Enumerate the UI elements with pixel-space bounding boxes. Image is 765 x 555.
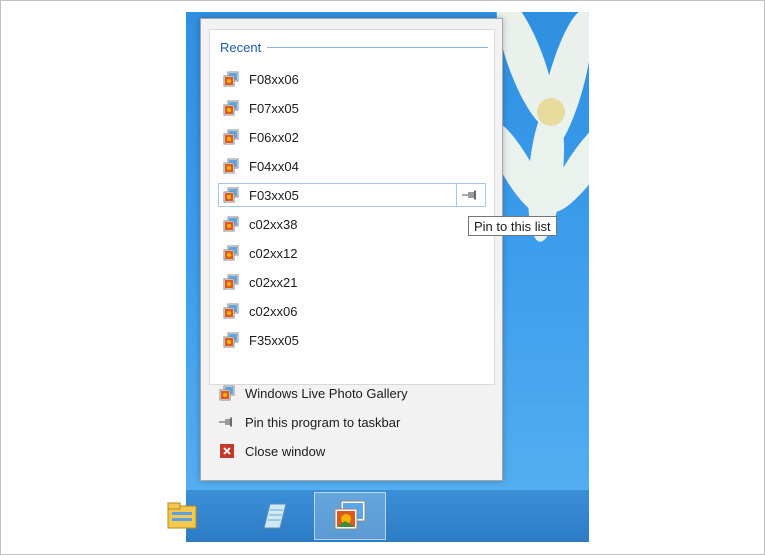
- photo-gallery-icon: [334, 500, 366, 530]
- recent-header-label: Recent: [220, 40, 262, 55]
- pin-tooltip: Pin to this list: [468, 216, 557, 236]
- photo-file-icon: [223, 332, 239, 348]
- recent-item[interactable]: c02xx38: [218, 212, 486, 236]
- file-explorer-icon: [167, 502, 197, 529]
- pin-icon: [462, 190, 476, 200]
- photo-file-icon: [223, 129, 239, 145]
- recent-item-hovered[interactable]: F03xx05: [218, 183, 486, 207]
- recent-item-label: c02xx06: [249, 303, 298, 319]
- recent-item[interactable]: F08xx06: [218, 67, 486, 91]
- recent-item[interactable]: F35xx05: [218, 328, 486, 352]
- taskbar: [167, 490, 589, 542]
- recent-item[interactable]: F04xx04: [218, 154, 486, 178]
- recent-item[interactable]: F07xx05: [218, 96, 486, 120]
- recent-item-label: F06xx02: [249, 129, 299, 145]
- recent-section-header: Recent: [220, 40, 488, 55]
- photo-file-icon: [223, 216, 239, 232]
- recent-items-list: F08xx06 F07xx05 F06xx02 F04xx04 F03xx05 …: [218, 67, 486, 357]
- photo-file-icon: [223, 187, 239, 203]
- photo-file-icon: [223, 303, 239, 319]
- recent-item-label: c02xx38: [249, 216, 298, 232]
- recent-item-label: c02xx21: [249, 274, 298, 290]
- photo-file-icon: [223, 71, 239, 87]
- recent-item-label: F07xx05: [249, 100, 299, 116]
- taskbar-notepad-button[interactable]: [238, 492, 310, 540]
- photo-file-icon: [223, 158, 239, 174]
- recent-item-label: F04xx04: [249, 158, 299, 174]
- pin-to-list-button[interactable]: [456, 183, 485, 207]
- header-divider: [267, 47, 488, 48]
- photo-gallery-icon: [219, 385, 235, 401]
- recent-items-panel: Recent F08xx06 F07xx05 F06xx02 F04xx04 F…: [209, 29, 495, 385]
- recent-item-label: c02xx12: [249, 245, 298, 261]
- recent-item-label: F35xx05: [249, 332, 299, 348]
- recent-item-label: F08xx06: [249, 71, 299, 87]
- task-label: Close window: [245, 443, 326, 459]
- photo-file-icon: [223, 274, 239, 290]
- tasks-list: Windows Live Photo Gallery Pin this prog…: [219, 381, 489, 468]
- recent-item[interactable]: c02xx06: [218, 299, 486, 323]
- task-label: Pin this program to taskbar: [245, 414, 401, 430]
- notepad-icon: [263, 503, 287, 529]
- taskbar-photo-gallery-button[interactable]: [314, 492, 386, 540]
- jump-list-menu: Recent F08xx06 F07xx05 F06xx02 F04xx04 F…: [200, 18, 503, 481]
- recent-item-label: F03xx05: [249, 187, 299, 203]
- close-window-icon: [220, 444, 234, 458]
- open-photo-gallery-task[interactable]: Windows Live Photo Gallery: [219, 381, 489, 405]
- recent-item[interactable]: c02xx21: [218, 270, 486, 294]
- photo-file-icon: [223, 100, 239, 116]
- pin-to-taskbar-task[interactable]: Pin this program to taskbar: [219, 410, 489, 434]
- recent-item[interactable]: c02xx12: [218, 241, 486, 265]
- taskbar-file-explorer-button[interactable]: [146, 492, 218, 540]
- recent-item[interactable]: F06xx02: [218, 125, 486, 149]
- task-label: Windows Live Photo Gallery: [245, 385, 408, 401]
- pin-icon: [219, 417, 232, 427]
- photo-file-icon: [223, 245, 239, 261]
- close-window-task[interactable]: Close window: [219, 439, 489, 463]
